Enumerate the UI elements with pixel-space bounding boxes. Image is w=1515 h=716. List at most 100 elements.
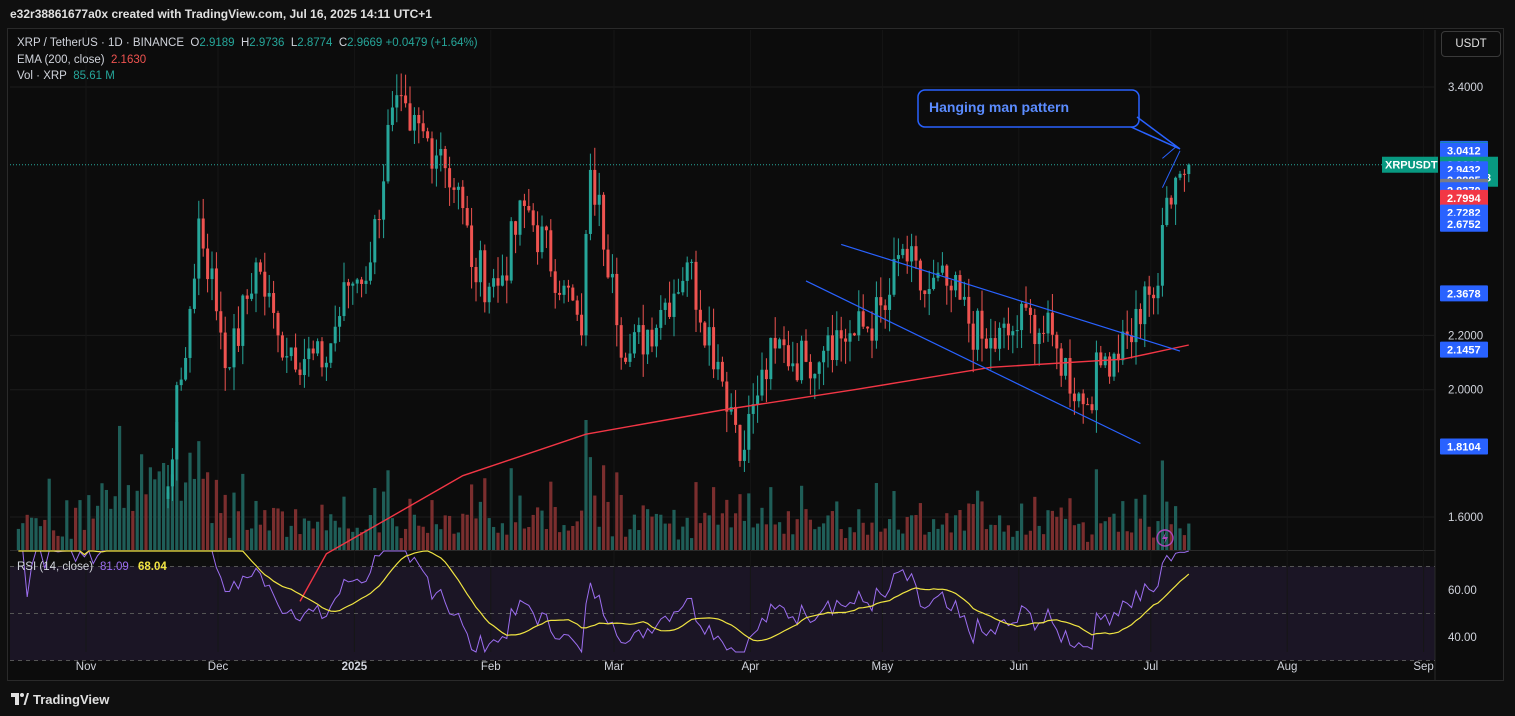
candle-body (888, 294, 892, 310)
volume-bar (932, 519, 936, 550)
candle-body (562, 285, 566, 295)
volume-bar (514, 522, 518, 550)
volume-bar (663, 523, 667, 550)
rsi-value: 81.09 (100, 561, 129, 573)
volume-bar (474, 518, 478, 550)
volume-bar (782, 533, 786, 550)
volume-bar (434, 524, 438, 550)
volume-bar (496, 532, 500, 550)
volume-bar (747, 493, 751, 550)
volume-bar (835, 501, 839, 550)
volume-bar (575, 521, 579, 550)
candle-body (549, 230, 553, 272)
price-chart[interactable]: 3.4000 2.2000 2.0000 1.6000 Nov Dec 2025 Feb Mar… (0, 0, 1515, 716)
volume-bar (272, 507, 276, 550)
candle-body (791, 363, 795, 367)
x-tick-label: Mar (604, 661, 624, 673)
candle-body (624, 357, 628, 362)
candle-body (320, 341, 324, 368)
candle-body (1002, 323, 1006, 328)
volume-bar (690, 538, 694, 550)
y-tick-label: 3.4000 (1448, 82, 1483, 94)
candle-body (1169, 197, 1173, 205)
candle-body (1147, 286, 1151, 295)
volume-bar (954, 515, 958, 550)
volume-bar (668, 523, 672, 550)
candle-body (536, 225, 540, 253)
candle-body (892, 258, 896, 295)
volume-bar (21, 523, 25, 550)
volume-bar (962, 530, 966, 550)
candle-body (214, 268, 218, 312)
candle-body (703, 322, 707, 346)
candle-body (980, 310, 984, 339)
candle-body (848, 333, 852, 342)
volume-bar (153, 479, 157, 550)
candle-body (175, 385, 179, 460)
volume-bar (16, 528, 20, 550)
candle-body (976, 310, 980, 350)
volume-bar (1064, 518, 1068, 550)
candle-body (558, 292, 562, 295)
x-tick-label: 2025 (342, 661, 368, 673)
symbol-label[interactable]: XRP / TetherUS · 1D · BINANCE (17, 37, 184, 49)
volume-bar (826, 515, 830, 550)
candle-body (1152, 294, 1156, 299)
candle-body (914, 246, 918, 261)
volume-bar (896, 529, 900, 550)
volume-legend-row[interactable]: Vol · XRP 85.61 M (17, 68, 478, 85)
candle-body (923, 290, 927, 295)
volume-bar (82, 529, 86, 550)
volume-bar (74, 507, 78, 550)
high-label: H (240, 37, 250, 49)
candle-body (1015, 330, 1019, 332)
candle-body (844, 338, 848, 342)
candle-body (615, 273, 619, 326)
volume-bar (342, 496, 346, 550)
candle-body (1072, 393, 1076, 402)
currency-button[interactable]: USDT (1441, 31, 1501, 57)
candle-body (307, 348, 311, 360)
volume-bar (703, 512, 707, 550)
volume-bar (368, 515, 372, 550)
volume-bar (1081, 522, 1085, 550)
volume-bar (192, 478, 196, 550)
volume-bar (998, 515, 1002, 550)
candle-body (949, 285, 953, 291)
volume-bar (219, 513, 223, 550)
volume-bar (197, 441, 201, 550)
volume-bar (162, 462, 166, 550)
candle-body (346, 282, 350, 286)
volume-bar (1059, 507, 1063, 550)
volume-bar (905, 516, 909, 550)
volume-bar (976, 490, 980, 550)
volume-bar (1090, 534, 1094, 550)
volume-bar (615, 472, 619, 550)
high-value: 2.9736 (249, 37, 285, 49)
volume-bar (910, 515, 914, 550)
candle-body (663, 302, 667, 310)
volume-bar (500, 523, 504, 550)
candle-body (1143, 286, 1147, 325)
volume-bar (373, 487, 377, 550)
candle-body (443, 148, 447, 169)
ema-legend-row[interactable]: EMA (200, close) 2.1630 (17, 52, 478, 69)
candle-body (1046, 312, 1050, 334)
candle-body (641, 325, 645, 355)
candle-body (989, 338, 993, 349)
candle-body (668, 302, 672, 317)
volume-bar (760, 507, 764, 550)
candle-body (1077, 393, 1081, 402)
candle-body (1064, 358, 1068, 376)
candle-body (760, 369, 764, 396)
volume-bar (874, 483, 878, 550)
volume-bar (113, 496, 117, 550)
candle-body (289, 347, 293, 357)
x-tick-label: May (872, 661, 894, 673)
candle-body (778, 339, 782, 349)
candle-body (329, 343, 333, 363)
volume-bar (822, 523, 826, 550)
candle-body (241, 295, 245, 346)
bottom-bar: TradingView (0, 684, 1515, 716)
candle-body (228, 367, 232, 369)
